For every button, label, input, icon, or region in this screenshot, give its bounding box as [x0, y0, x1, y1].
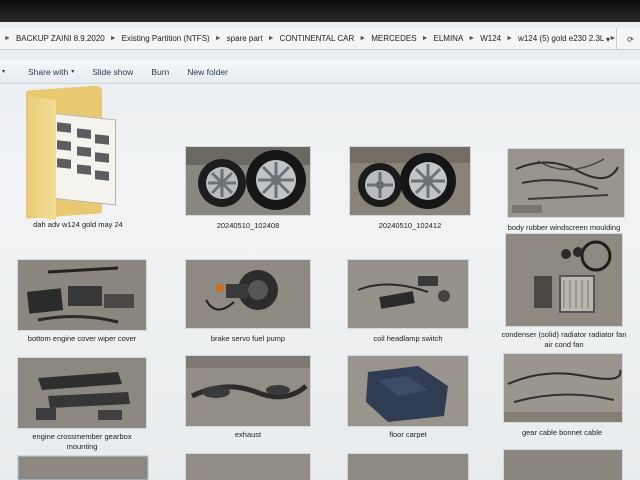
- thumbnail: [504, 354, 622, 422]
- thumbnail: [18, 260, 146, 330]
- share-with-button[interactable]: Share with ▾: [19, 67, 83, 77]
- item-caption: dah adv w124 gold may 24: [33, 220, 123, 229]
- breadcrumb-elmina[interactable]: ELMINA ►: [431, 34, 478, 43]
- thumbnail: [506, 234, 622, 326]
- breadcrumb-separator-icon[interactable]: ►: [420, 35, 431, 42]
- image-item[interactable]: [18, 456, 148, 480]
- thumbnail: [186, 260, 310, 328]
- thumbnail: [186, 454, 310, 480]
- image-item[interactable]: bottom engine cover wiper cover: [18, 260, 146, 360]
- thumbnail: [348, 260, 468, 328]
- command-bar: ▾ Share with ▾ Slide show Burn New folde…: [0, 60, 640, 84]
- item-caption-line2: mounting: [66, 442, 98, 451]
- address-controls: ▾ ⟳: [600, 28, 640, 49]
- image-item[interactable]: engine crossmember gearbox mounting: [18, 358, 146, 468]
- item-caption: exhaust: [234, 430, 262, 439]
- organize-dropdown-icon[interactable]: ▾: [0, 68, 19, 75]
- chevron-down-icon: ▾: [71, 69, 75, 75]
- breadcrumb-partition[interactable]: Existing Partition (NTFS) ►: [119, 34, 224, 43]
- image-item[interactable]: [504, 450, 622, 480]
- item-caption: brake servo fuel pump: [210, 334, 286, 343]
- image-item[interactable]: floor carpet: [348, 356, 470, 456]
- file-grid: dah adv w124 gold may 24 20240510_102408…: [0, 84, 640, 480]
- image-item[interactable]: [186, 454, 310, 480]
- thumbnail: [186, 147, 310, 215]
- item-caption: bottom engine cover wiper cover: [27, 334, 137, 343]
- breadcrumb-leading-arrow[interactable]: ►: [2, 35, 13, 42]
- thumbnail: [508, 149, 624, 217]
- image-item[interactable]: exhaust: [186, 356, 310, 456]
- explorer-window: ► BACKUP ZAINI 8.9.2020 ► Existing Partit…: [0, 0, 640, 480]
- breadcrumb-w124[interactable]: W124 ►: [477, 34, 515, 43]
- item-caption: 20240510_102412: [378, 221, 442, 230]
- thumbnail: [504, 450, 622, 480]
- thumbnail: [350, 147, 470, 215]
- new-folder-button[interactable]: New folder: [178, 67, 237, 77]
- breadcrumb-mercedes[interactable]: MERCEDES ►: [368, 34, 430, 43]
- slide-show-button[interactable]: Slide show: [83, 67, 142, 77]
- address-bar[interactable]: ► BACKUP ZAINI 8.9.2020 ► Existing Partit…: [0, 28, 640, 50]
- item-caption: gear cable bonnet cable: [521, 428, 603, 437]
- thumbnail: [18, 456, 148, 480]
- breadcrumb-separator-icon[interactable]: ►: [466, 35, 477, 42]
- folder-item[interactable]: dah adv w124 gold may 24: [0, 84, 140, 234]
- folder-icon: [0, 84, 140, 224]
- breadcrumb-separator-icon[interactable]: ►: [213, 35, 224, 42]
- image-item[interactable]: [348, 454, 468, 480]
- refresh-icon[interactable]: ⟳: [616, 28, 640, 49]
- burn-button[interactable]: Burn: [142, 67, 178, 77]
- image-item[interactable]: coil headlamp switch: [348, 260, 470, 360]
- image-item[interactable]: condenser (solid) radiator radiator fan …: [501, 234, 627, 354]
- item-caption-line2: air cond fan: [544, 340, 584, 349]
- image-item[interactable]: 20240510_102408: [186, 147, 310, 247]
- item-caption: body rubber windscreen moulding: [507, 223, 621, 232]
- breadcrumb-separator-icon[interactable]: ►: [266, 35, 277, 42]
- breadcrumb-separator-icon[interactable]: ►: [108, 35, 119, 42]
- thumbnail: [348, 454, 468, 480]
- breadcrumb-spare-part[interactable]: spare part ►: [224, 34, 277, 43]
- thumbnail: [348, 356, 468, 426]
- image-item[interactable]: brake servo fuel pump: [186, 260, 310, 360]
- item-caption: floor carpet: [389, 430, 427, 439]
- breadcrumb-continental[interactable]: CONTINENTAL CAR ►: [277, 34, 369, 43]
- thumbnail: [18, 358, 146, 428]
- image-item[interactable]: 20240510_102412: [350, 147, 470, 247]
- thumbnail: [186, 356, 310, 426]
- item-caption: engine crossmember gearbox: [32, 432, 132, 441]
- monitor-bezel: [0, 0, 640, 22]
- breadcrumb-separator-icon[interactable]: ►: [504, 35, 515, 42]
- item-caption: condenser (solid) radiator radiator fan: [501, 330, 627, 339]
- image-item[interactable]: gear cable bonnet cable: [504, 354, 626, 454]
- address-dropdown-icon[interactable]: ▾: [600, 28, 616, 49]
- item-caption: coil headlamp switch: [373, 334, 443, 343]
- breadcrumb-backup[interactable]: BACKUP ZAINI 8.9.2020 ►: [13, 34, 119, 43]
- item-caption: 20240510_102408: [216, 221, 280, 230]
- breadcrumb-separator-icon[interactable]: ►: [357, 35, 368, 42]
